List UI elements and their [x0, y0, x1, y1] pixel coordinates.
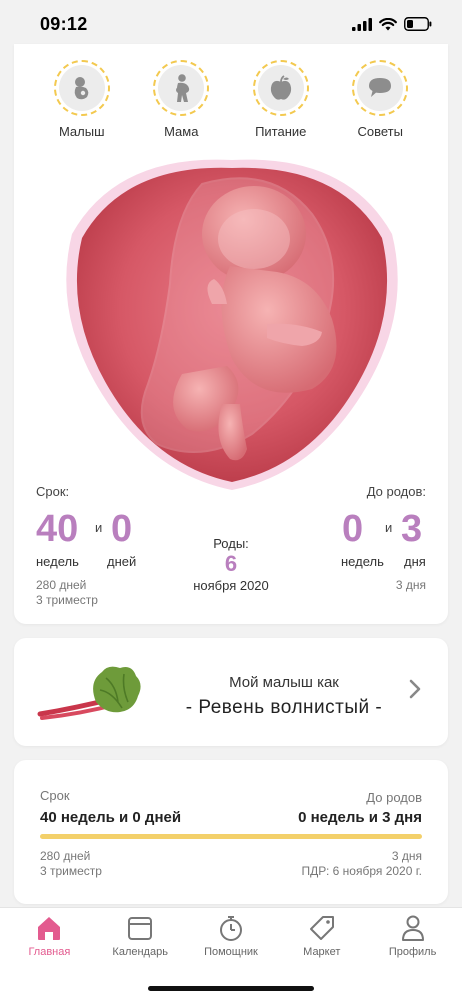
- progress-days-left: 3 дня: [391, 849, 422, 863]
- baby-size-card[interactable]: Мой малыш как - Ревень волнистый -: [14, 638, 448, 746]
- battery-icon: [404, 17, 432, 31]
- term-total-days: 280 дней: [36, 578, 87, 592]
- birth-day: 6: [224, 551, 238, 576]
- shortcut-baby-circle: [53, 60, 110, 116]
- status-bar: 09:12: [0, 0, 462, 48]
- status-icons: [352, 17, 432, 31]
- progress-term-label: Срок: [40, 788, 70, 803]
- tab-calendar-label: Календарь: [112, 946, 168, 958]
- calendar-icon: [128, 917, 153, 940]
- until-days-value: 3: [401, 508, 423, 550]
- shortcut-baby-label: Малыш: [58, 124, 105, 139]
- term-weeks-unit: недель: [36, 554, 79, 569]
- tab-home-label: Главная: [28, 946, 71, 958]
- until-weeks-unit: недель: [341, 554, 384, 569]
- tab-profile-label: Профиль: [388, 946, 437, 958]
- tag-icon: [309, 916, 334, 940]
- chevron-right-icon[interactable]: [408, 678, 422, 700]
- shortcut-tips-label: Советы: [357, 124, 403, 139]
- progress-card: Срок 40 недель и 0 дней До родов 0 недел…: [14, 760, 448, 904]
- shortcut-mom-circle: [153, 60, 210, 116]
- baby-size-text: Мой малыш как - Ревень волнистый -: [164, 674, 404, 719]
- section-shortcuts: Малыш Мама Питание Советы: [14, 60, 448, 139]
- term-days-unit: дней: [107, 554, 137, 569]
- baby-size-fruit-name: - Ревень волнистый -: [185, 697, 383, 718]
- pregnancy-overview-card: Малыш Мама Питание Советы Срок: 40 и 0 н…: [14, 44, 448, 624]
- term-trimester: 3 триместр: [36, 593, 98, 607]
- tab-calendar[interactable]: Календарь: [95, 914, 185, 958]
- apple-icon: [270, 75, 291, 100]
- progress-trimester: 3 триместр: [40, 864, 102, 878]
- until-birth-label: До родов:: [366, 484, 426, 499]
- birth-label: Роды:: [213, 536, 249, 551]
- tab-bar: Главная Календарь Помощник Маркет Профил…: [0, 907, 462, 1000]
- term-label: Срок:: [36, 484, 70, 499]
- progress-term: Срок 40 недель и 0 дней: [40, 788, 181, 826]
- shortcut-baby[interactable]: Малыш: [42, 60, 122, 139]
- shortcut-nutrition-circle: [252, 60, 309, 116]
- birth-month-year: ноября 2020: [193, 578, 269, 593]
- shortcut-mom-label: Мама: [164, 124, 199, 139]
- shortcut-tips[interactable]: Советы: [340, 60, 420, 139]
- until-and: и: [385, 520, 393, 535]
- cellular-signal-icon: [352, 17, 372, 31]
- shortcut-tips-circle: [352, 60, 409, 116]
- rhubarb-image: [37, 666, 141, 720]
- progress-until-details: 3 дня ПДР: 6 ноября 2020 г.: [302, 849, 423, 879]
- wifi-icon: [379, 17, 397, 30]
- tab-assistant-label: Помощник: [204, 946, 258, 958]
- progress-term-details: 280 дней 3 триместр: [40, 849, 102, 879]
- tab-home[interactable]: Главная: [4, 914, 94, 958]
- baby-icon: [74, 77, 89, 100]
- tab-market[interactable]: Маркет: [277, 914, 367, 958]
- progress-bar: [40, 834, 422, 839]
- home-indicator: [148, 986, 314, 991]
- until-total-days: 3 дня: [395, 578, 426, 592]
- pregnancy-stats: Срок: 40 и 0 недель дней 280 дней 3 трим…: [14, 484, 448, 624]
- until-days-unit: дня: [404, 554, 426, 569]
- term-and: и: [95, 520, 103, 535]
- progress-due-date: ПДР: 6 ноября 2020 г.: [301, 864, 423, 878]
- until-weeks-value: 0: [342, 508, 364, 550]
- status-time: 09:12: [40, 13, 88, 34]
- tab-profile[interactable]: Профиль: [368, 914, 458, 958]
- fetus-illustration: [62, 154, 402, 494]
- home-icon: [38, 917, 61, 940]
- tab-assistant[interactable]: Помощник: [186, 914, 276, 958]
- tab-market-label: Маркет: [303, 946, 341, 958]
- progress-until-value: 0 недель и 3 дня: [298, 809, 422, 826]
- term-weeks-value: 40: [36, 508, 79, 550]
- progress-term-value: 40 недель и 0 дней: [40, 809, 182, 826]
- stopwatch-icon: [219, 916, 242, 941]
- progress-until: До родов 0 недель и 3 дня: [298, 790, 422, 826]
- progress-until-label: До родов: [366, 790, 422, 805]
- shortcut-nutrition-label: Питание: [255, 124, 307, 139]
- person-icon: [401, 915, 424, 941]
- pregnant-mother-icon: [176, 74, 190, 102]
- progress-total-days: 280 дней: [40, 849, 91, 863]
- shortcut-mom[interactable]: Мама: [141, 60, 221, 139]
- term-days-value: 0: [111, 508, 133, 550]
- baby-size-caption: Мой малыш как: [229, 674, 339, 691]
- speech-bubble-icon: [369, 78, 392, 97]
- shortcut-nutrition[interactable]: Питание: [241, 60, 321, 139]
